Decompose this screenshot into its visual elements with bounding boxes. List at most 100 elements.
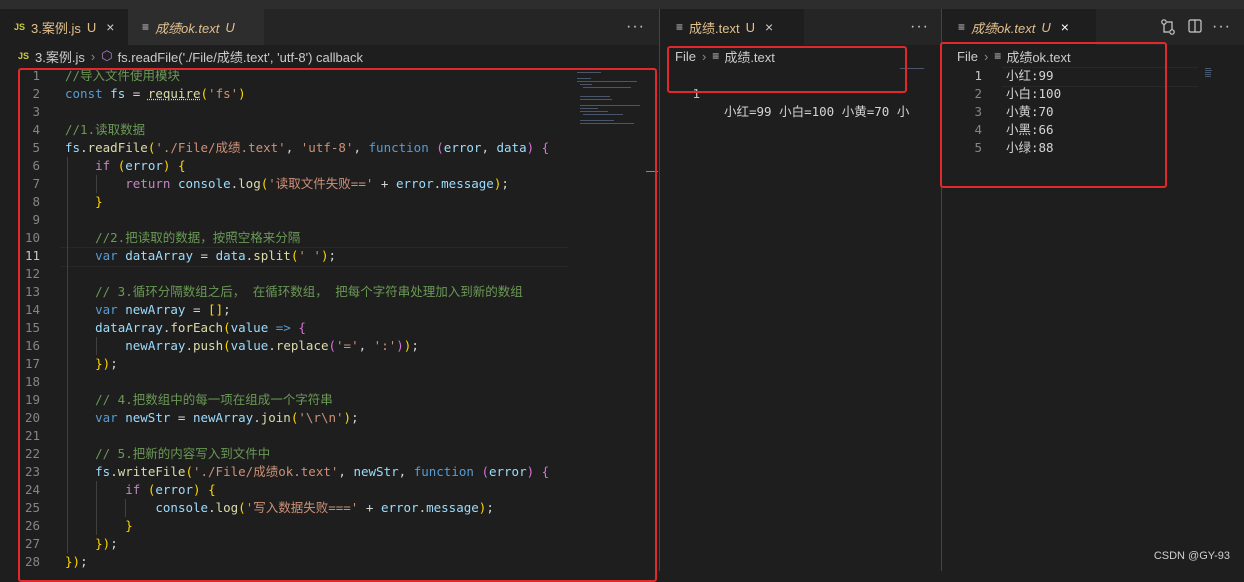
code-text: var newArray = []; [95,302,231,317]
tab-bar: JS 3.案例.js U × ≡ 成绩ok.text U ··· [0,9,659,45]
text-editor[interactable]: 1 小红=99 小白=100 小黄=70 小 [660,67,941,571]
code-text: const fs = require('fs') [65,86,246,101]
more-actions-icon[interactable]: ··· [1212,9,1231,45]
chevron-right-icon: › [90,48,96,64]
breadcrumb-folder[interactable]: File [957,49,978,64]
minimap-line [583,114,623,115]
code-line: 21 [0,427,570,445]
text-file-icon: ≡ [712,49,720,63]
line-number: 14 [24,302,40,317]
minimap[interactable] [1205,67,1215,77]
line-text: 小红:99 [1006,68,1054,83]
code-line: 17 }); [0,355,570,373]
minimap-line [583,87,631,88]
code-line: 13 // 3.循环分隔数组之后， 在循环数组， 把每个字符串处理加入到新的数组 [0,283,570,301]
code-text: fs.writeFile('./File/成绩ok.text', newStr,… [95,464,550,479]
code-editor[interactable]: 1 //导入文件使用模块 2 const fs = require('fs') 3 4 //… [0,67,659,571]
line-number: 16 [24,338,40,353]
code-line: 16 newArray.push(value.replace('=', ':')… [0,337,570,355]
close-icon[interactable]: × [106,19,114,35]
code-text: var dataArray = data.split(' '); [95,248,337,263]
text-editor[interactable]: 1 小红:99 2 小白:100 3 小黄:70 4 小黑:66 5 小绿:88 [942,67,1244,571]
minimap-line [1205,72,1211,73]
minimap-line [1205,68,1211,69]
text-line: 2 小白:100 [942,85,1202,103]
tab-label: 成绩.text [689,20,740,36]
tab-bar: ≡ 成绩ok.text U × ··· [942,9,1244,45]
code-line: 11 var dataArray = data.split(' '); [0,247,570,265]
minimap-line [1205,74,1211,75]
minimap-line [580,99,612,100]
line-number: 11 [24,248,40,263]
line-number: 24 [24,482,40,497]
more-actions-icon[interactable]: ··· [626,9,645,45]
minimap[interactable] [575,67,645,127]
line-number: 4 [32,122,40,137]
line-number: 19 [24,392,40,407]
code-text: console.log('写入数据失败===' + error.message)… [155,500,494,515]
line-number: 1 [974,68,982,83]
code-text: // 5.把新的内容写入到文件中 [95,446,271,461]
code-line: 10 //2.把读取的数据，按照空格来分隔 [0,229,570,247]
code-text: dataArray.forEach(value => { [95,320,306,335]
tab-score-ok-text[interactable]: ≡ 成绩ok.text U [128,9,264,45]
close-icon[interactable]: × [1061,19,1069,35]
code-line: 8 } [0,193,570,211]
close-icon[interactable]: × [765,19,773,35]
text-file-icon: ≡ [994,49,1002,63]
text-file-icon: ≡ [676,20,684,34]
breadcrumb-file[interactable]: 成绩.text [724,47,775,66]
untracked-badge: U [745,19,755,35]
tab-score-text[interactable]: ≡ 成绩.text U × [660,9,804,45]
line-number: 25 [24,500,40,515]
code-line: 27 }); [0,535,570,553]
code-line: 5 fs.readFile('./File/成绩.text', 'utf-8', … [0,139,570,157]
split-editor-icon[interactable] [1188,19,1202,33]
line-number: 27 [24,536,40,551]
code-line: 28}); [0,553,570,571]
line-number: 10 [24,230,40,245]
line-number: 3 [32,104,40,119]
text-file-icon: ≡ [142,20,150,34]
code-line: 23 fs.writeFile('./File/成绩ok.text', newS… [0,463,570,481]
tab-label: 成绩ok.text [971,20,1036,36]
code-text: // 3.循环分隔数组之后， 在循环数组， 把每个字符串处理加入到新的数组 [95,284,523,299]
line-text: 小绿:88 [1006,140,1054,155]
breadcrumb-file[interactable]: 成绩ok.text [1006,47,1070,66]
line-number: 20 [24,410,40,425]
code-text: }); [95,536,118,551]
minimap-line [580,96,610,97]
minimap-line [580,111,608,112]
tab-score-ok-text[interactable]: ≡ 成绩ok.text U × [942,9,1096,45]
line-text: 小黄:70 [1006,104,1054,119]
scrollbar-marker[interactable] [646,171,658,172]
editor-group-3: ≡ 成绩ok.text U × ··· File › ≡ 成绩ok.text 1… [942,9,1244,571]
chevron-right-icon: › [701,48,707,64]
minimap-line [580,105,640,106]
watermark: CSDN @GY-93 [1153,550,1230,562]
code-line: 2 const fs = require('fs') [0,85,570,103]
tab-label: 3.案例.js [31,20,81,36]
breadcrumb-symbol[interactable]: fs.readFile('./File/成绩.text', 'utf-8') c… [118,47,363,66]
line-number: 1 [692,86,700,101]
minimap-line [580,123,634,124]
breadcrumb-folder[interactable]: File [675,49,696,64]
code-line: 26 } [0,517,570,535]
untracked-badge: U [86,19,97,35]
line-number: 5 [974,140,982,155]
breadcrumb: File › ≡ 成绩.text [660,45,941,67]
code-line: 7 return console.log('读取文件失败==' + error.… [0,175,570,193]
code-text: }); [95,356,118,371]
line-number: 1 [32,68,40,83]
untracked-badge: U [1041,19,1051,35]
minimap[interactable] [900,67,934,71]
javascript-file-icon: JS [18,51,30,61]
more-actions-icon[interactable]: ··· [910,9,929,45]
tab-case-js[interactable]: JS 3.案例.js U × [0,9,142,45]
code-line: 4 //1.读取数据 [0,121,570,139]
breadcrumb-file[interactable]: 3.案例.js [35,47,85,66]
code-line: 22 // 5.把新的内容写入到文件中 [0,445,570,463]
compare-changes-icon[interactable] [1160,18,1176,36]
tab-label: 成绩ok.text [155,20,220,36]
code-line: 1 //导入文件使用模块 [0,67,570,85]
